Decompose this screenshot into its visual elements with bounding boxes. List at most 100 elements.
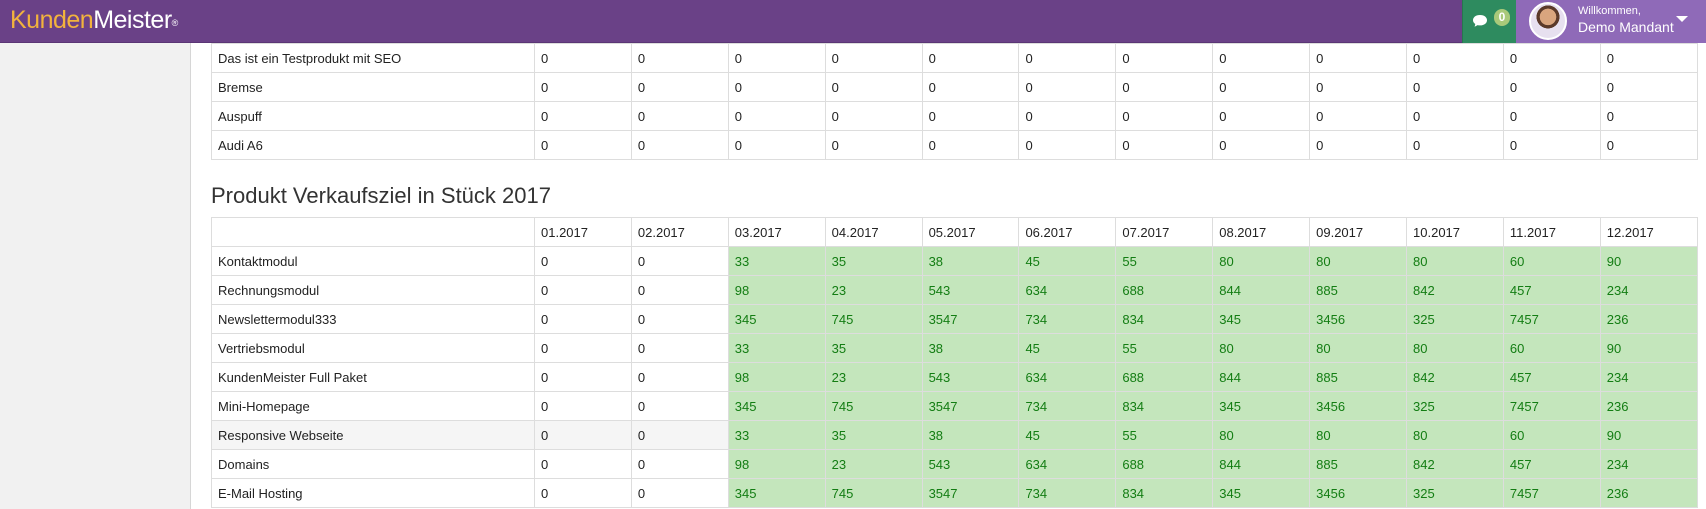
- table-row: Domains 0 0 98 23 543 634 688 844 885 842 457 234: [211, 449, 1698, 479]
- month-header-cell: 03.2017: [727, 217, 826, 247]
- goal-value-cell: 23: [824, 449, 923, 479]
- goal-value-cell: 3547: [921, 391, 1020, 421]
- value-cell: 0: [534, 130, 632, 160]
- value-cell: 0: [921, 43, 1020, 73]
- goal-value-cell: 45: [1018, 333, 1117, 363]
- goal-value-cell: 543: [921, 275, 1020, 305]
- goal-value-cell: 80: [1309, 246, 1408, 276]
- value-cell: 0: [534, 449, 632, 479]
- goal-value-cell: 60: [1502, 420, 1601, 450]
- goal-value-cell: 345: [1212, 478, 1311, 508]
- value-cell: 0: [534, 43, 632, 73]
- value-cell: 0: [1018, 43, 1117, 73]
- goal-value-cell: 80: [1406, 246, 1504, 276]
- goal-value-cell: 688: [1115, 275, 1214, 305]
- goal-value-cell: 885: [1309, 275, 1408, 305]
- value-cell: 0: [630, 275, 729, 305]
- goal-value-cell: 80: [1309, 333, 1408, 363]
- goal-value-cell: 45: [1018, 420, 1117, 450]
- table-row: Mini-Homepage 0 0 345 745 3547 734 834 345 3456 32…: [211, 391, 1698, 421]
- table-row: Das ist ein Testprodukt mit SEO 0 0 0 0 0 0 0 0 0…: [211, 43, 1698, 73]
- value-cell: 0: [534, 333, 632, 363]
- value-cell: 0: [1115, 101, 1214, 131]
- goal-value-cell: 7457: [1502, 478, 1601, 508]
- goal-value-cell: 90: [1599, 246, 1698, 276]
- product-name-cell: Audi A6: [211, 130, 535, 160]
- value-cell: 0: [1406, 130, 1504, 160]
- product-name-cell: Domains: [211, 449, 535, 479]
- goal-value-cell: 844: [1212, 449, 1311, 479]
- value-cell: 0: [1212, 72, 1311, 102]
- value-cell: 0: [630, 246, 729, 276]
- goal-value-cell: 90: [1599, 333, 1698, 363]
- value-cell: 0: [824, 72, 923, 102]
- goal-value-cell: 345: [727, 478, 826, 508]
- goal-value-cell: 236: [1599, 391, 1698, 421]
- user-menu[interactable]: Willkommen, Demo Mandant: [1516, 0, 1706, 43]
- product-name-cell: Bremse: [211, 72, 535, 102]
- goal-value-cell: 634: [1018, 362, 1117, 392]
- goal-value-cell: 745: [824, 304, 923, 334]
- table-row: Kontaktmodul 0 0 33 35 38 45 55 80 80 80 60 90: [211, 246, 1698, 276]
- value-cell: 0: [1212, 43, 1311, 73]
- avatar: [1529, 2, 1567, 40]
- goal-value-cell: 55: [1115, 333, 1214, 363]
- goal-value-cell: 7457: [1502, 391, 1601, 421]
- kundenmeister-logo[interactable]: KundenMeister®: [10, 4, 178, 36]
- goal-value-cell: 325: [1406, 478, 1504, 508]
- goal-value-cell: 55: [1115, 420, 1214, 450]
- goal-value-cell: 60: [1502, 246, 1601, 276]
- goal-value-cell: 3456: [1309, 478, 1408, 508]
- goal-value-cell: 38: [921, 420, 1020, 450]
- header-empty-cell: [211, 217, 535, 247]
- table-row: E-Mail Hosting 0 0 345 745 3547 734 834 345 3456 3…: [211, 478, 1698, 508]
- goal-value-cell: 3456: [1309, 391, 1408, 421]
- goal-value-cell: 234: [1599, 449, 1698, 479]
- product-name-cell: Responsive Webseite: [211, 420, 535, 450]
- value-cell: 0: [921, 101, 1020, 131]
- goal-value-cell: 457: [1502, 449, 1601, 479]
- goal-value-cell: 80: [1212, 420, 1311, 450]
- chat-bubble-icon: [1473, 15, 1487, 27]
- goal-value-cell: 844: [1212, 362, 1311, 392]
- goal-value-cell: 745: [824, 391, 923, 421]
- value-cell: 0: [534, 72, 632, 102]
- month-header-cell: 05.2017: [921, 217, 1020, 247]
- month-header-cell: 12.2017: [1599, 217, 1698, 247]
- table-row: Rechnungsmodul 0 0 98 23 543 634 688 844 885 842 45…: [211, 275, 1698, 305]
- value-cell: 0: [727, 101, 826, 131]
- value-cell: 0: [1502, 72, 1601, 102]
- value-cell: 0: [1502, 101, 1601, 131]
- goal-value-cell: 98: [727, 362, 826, 392]
- goal-value-cell: 98: [727, 275, 826, 305]
- goal-value-cell: 457: [1502, 275, 1601, 305]
- goal-value-cell: 33: [727, 420, 826, 450]
- goal-value-cell: 33: [727, 246, 826, 276]
- value-cell: 0: [1212, 101, 1311, 131]
- chat-notifications-button[interactable]: 0: [1462, 0, 1516, 43]
- month-header-cell: 07.2017: [1115, 217, 1214, 247]
- goal-value-cell: 325: [1406, 391, 1504, 421]
- goal-value-cell: 234: [1599, 275, 1698, 305]
- goal-value-cell: 734: [1018, 478, 1117, 508]
- value-cell: 0: [1502, 43, 1601, 73]
- month-header-cell: 11.2017: [1502, 217, 1601, 247]
- goal-value-cell: 33: [727, 333, 826, 363]
- value-cell: 0: [534, 478, 632, 508]
- product-sales-table: Das ist ein Testprodukt mit SEO 0 0 0 0 0 0 0 0 0…: [211, 43, 1698, 160]
- product-name-cell: Vertriebsmodul: [211, 333, 535, 363]
- value-cell: 0: [824, 130, 923, 160]
- goal-value-cell: 80: [1406, 420, 1504, 450]
- value-cell: 0: [1502, 130, 1601, 160]
- goal-value-cell: 38: [921, 333, 1020, 363]
- month-header-cell: 02.2017: [630, 217, 729, 247]
- goal-value-cell: 236: [1599, 478, 1698, 508]
- goal-value-cell: 35: [824, 246, 923, 276]
- goal-value-cell: 80: [1406, 333, 1504, 363]
- month-header-cell: 01.2017: [534, 217, 632, 247]
- goal-value-cell: 236: [1599, 304, 1698, 334]
- value-cell: 0: [534, 362, 632, 392]
- month-header-cell: 10.2017: [1406, 217, 1504, 247]
- goal-value-cell: 834: [1115, 391, 1214, 421]
- value-cell: 0: [534, 420, 632, 450]
